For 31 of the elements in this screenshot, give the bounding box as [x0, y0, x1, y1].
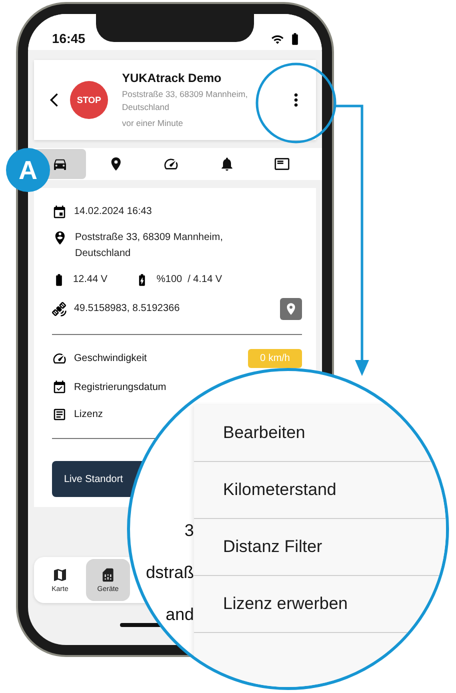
location-pin-icon [284, 302, 298, 316]
menu-item[interactable]: Kilometerstand [194, 462, 446, 519]
menu-item[interactable]: Bearbeiten [194, 405, 446, 462]
list-card-icon [274, 156, 290, 172]
bell-icon [218, 156, 234, 172]
menu-item[interactable]: Distanz Filter [194, 519, 446, 576]
magnified-text: dstraß [144, 563, 194, 583]
wifi-icon [271, 32, 284, 46]
map-icon [52, 567, 68, 583]
gauge-icon [52, 351, 67, 366]
menu-item[interactable]: Lizenz erwerben [194, 576, 446, 633]
calendar-check-icon [52, 380, 67, 395]
gauge-icon [163, 156, 179, 172]
device-battery: %100 / 4.14 V [156, 273, 222, 287]
detail-label: Lizenz [74, 409, 103, 420]
date-time: 14.02.2024 16:43 [74, 205, 152, 219]
detail-label: Geschwindigkeit [74, 353, 147, 364]
magnified-text: 3 [184, 521, 194, 541]
magnified-text: and [164, 605, 194, 625]
satellite-icon [52, 302, 67, 316]
status-time: 16:45 [52, 31, 86, 46]
speed-value: 0 km/h [248, 349, 302, 368]
sim-card-icon [100, 567, 116, 583]
detail-label: Registrierungsdatum [74, 382, 166, 393]
address: Poststraße 33, 68309 Mannheim, Deutschland [75, 231, 224, 261]
last-update: vor einer Minute [122, 116, 184, 130]
map-pin-button[interactable] [280, 298, 302, 320]
coordinates: 49.5158983, 8.5192366 [74, 302, 180, 316]
stop-badge: STOP [70, 81, 108, 119]
vehicle-title: YUKAtrack Demo [122, 70, 222, 84]
battery-voltage: 12.44 V [73, 273, 108, 287]
